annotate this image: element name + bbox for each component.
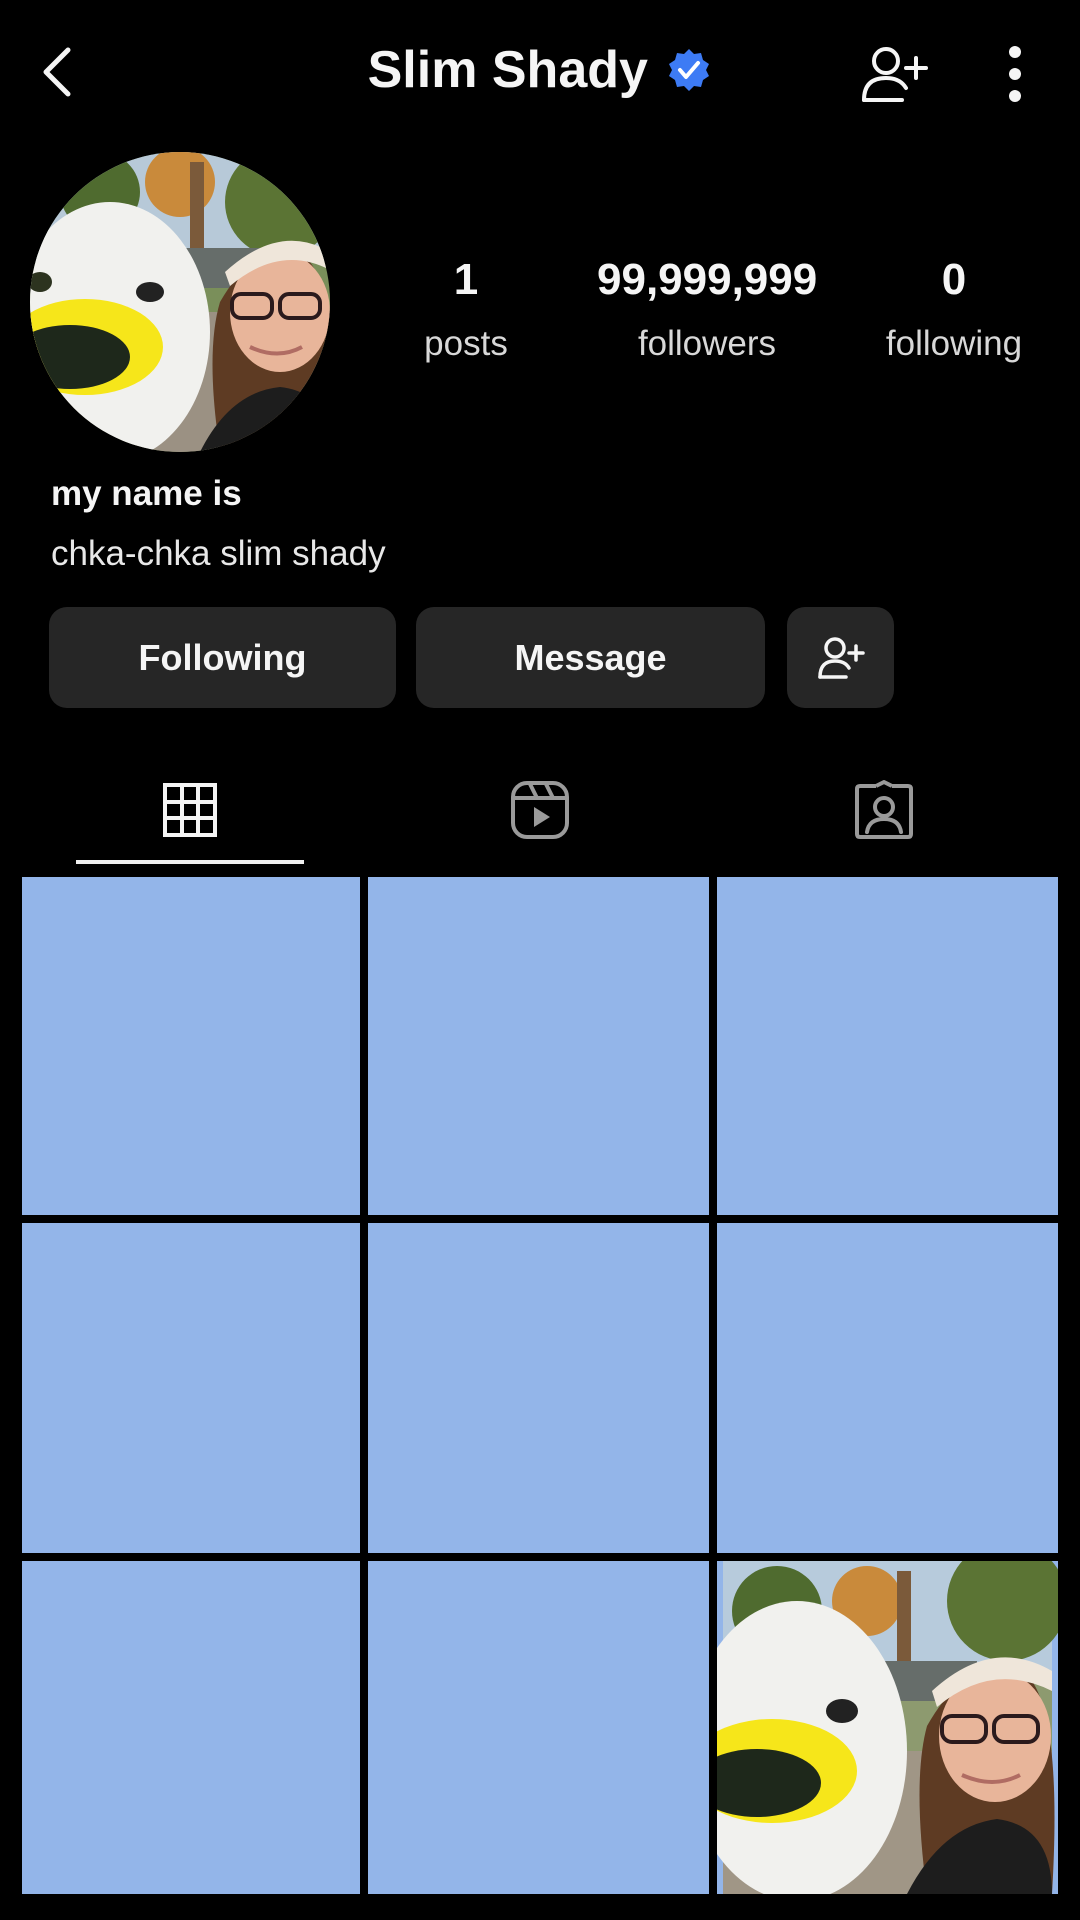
post-photo <box>717 1561 1058 1894</box>
following-button[interactable]: Following <box>49 607 396 708</box>
post-tile[interactable] <box>368 1561 709 1894</box>
profile-username-title: Slim Shady <box>367 41 648 99</box>
stat-posts[interactable]: 1 posts <box>356 255 576 363</box>
followers-count: 99,999,999 <box>597 255 818 304</box>
stat-followers[interactable]: 99,999,999 followers <box>597 255 818 363</box>
post-tile[interactable] <box>717 877 1058 1215</box>
tab-reels[interactable] <box>426 760 654 860</box>
suggested-accounts-button[interactable] <box>787 607 894 708</box>
person-add-icon <box>817 636 865 679</box>
post-tile[interactable] <box>717 1223 1058 1553</box>
grid-icon <box>163 783 217 837</box>
selected-tab-indicator <box>76 860 304 864</box>
message-button[interactable]: Message <box>416 607 765 708</box>
add-user-button[interactable] <box>860 44 930 104</box>
posts-label: posts <box>424 324 508 363</box>
profile-page: Slim Shady 1 posts 99,999,999 followers … <box>0 0 1080 1920</box>
post-tile[interactable] <box>22 1561 360 1894</box>
post-tile[interactable] <box>368 1223 709 1553</box>
profile-display-name: my name is <box>51 474 242 513</box>
tab-posts-grid[interactable] <box>76 760 304 860</box>
posts-grid <box>22 877 1058 1894</box>
verified-badge-icon <box>669 49 710 91</box>
person-add-icon <box>862 47 928 102</box>
tab-tagged[interactable] <box>770 760 998 860</box>
stat-following[interactable]: 0 following <box>844 255 1064 363</box>
vertical-dots-icon <box>1009 46 1021 102</box>
post-tile-photo[interactable] <box>717 1561 1058 1894</box>
top-bar: Slim Shady <box>0 0 1080 150</box>
followers-label: followers <box>637 324 777 363</box>
profile-avatar[interactable] <box>30 152 330 452</box>
tagged-person-icon <box>855 780 913 839</box>
profile-bio: chka-chka slim shady <box>51 534 386 573</box>
following-count: 0 <box>941 255 967 304</box>
post-tile[interactable] <box>368 877 709 1215</box>
profile-tabs <box>0 760 1080 870</box>
following-label: following <box>885 324 1023 363</box>
reels-icon <box>511 781 569 839</box>
post-tile[interactable] <box>22 1223 360 1553</box>
posts-count: 1 <box>453 255 479 304</box>
avatar-photo <box>30 152 330 452</box>
more-options-button[interactable] <box>996 44 1034 104</box>
post-tile[interactable] <box>22 877 360 1215</box>
